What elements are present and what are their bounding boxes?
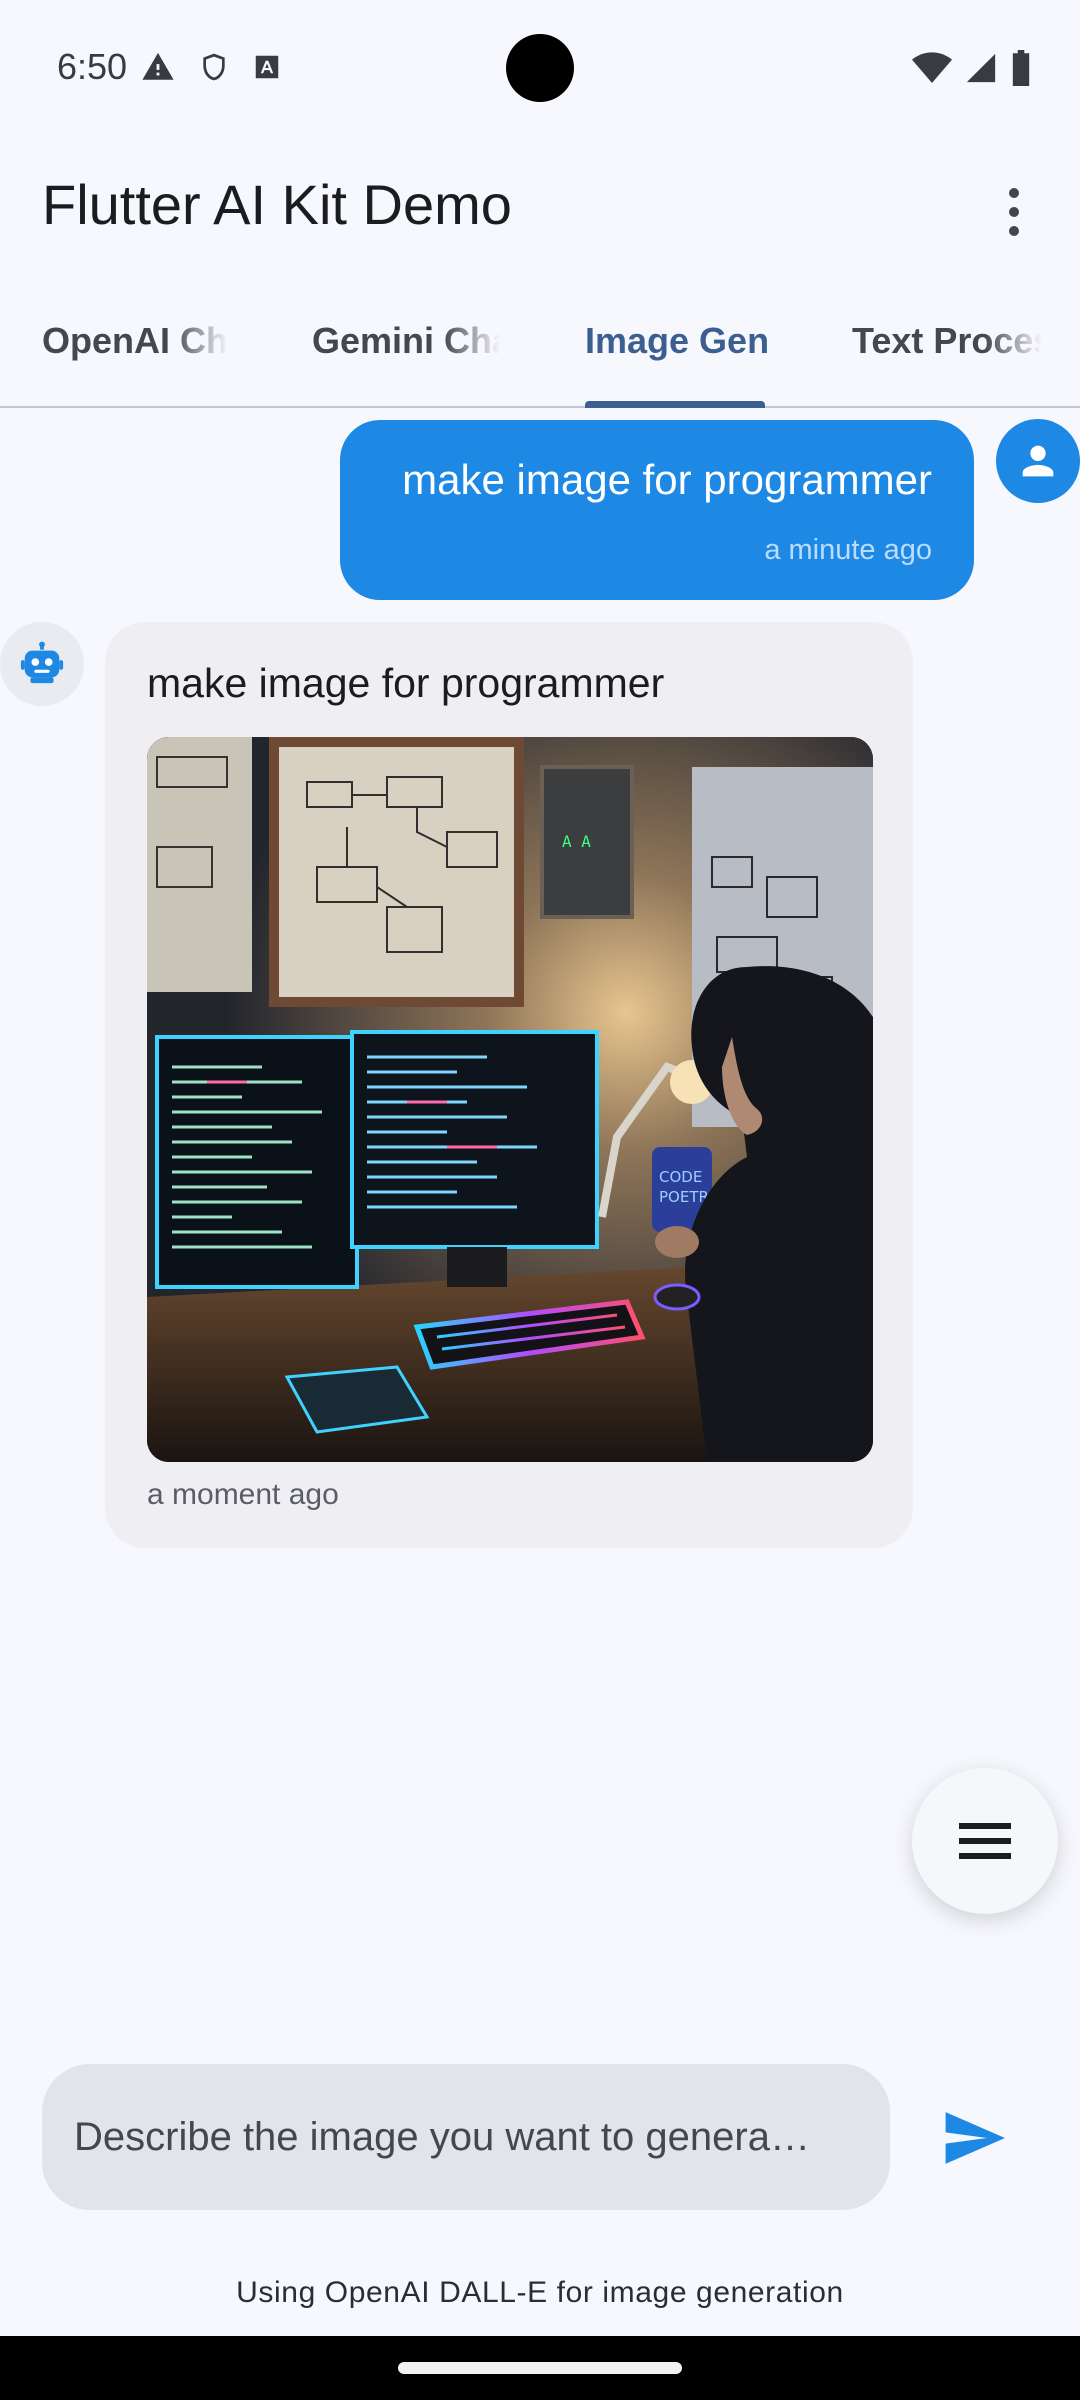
font-download-icon bbox=[255, 55, 279, 79]
app-bar: Flutter AI Kit Demo bbox=[0, 136, 1080, 280]
tab-gemini-chat[interactable]: Gemini Chat bbox=[312, 320, 500, 362]
menu-icon bbox=[959, 1823, 1011, 1859]
more-vert-icon[interactable] bbox=[978, 176, 1050, 248]
shield-icon bbox=[203, 53, 225, 81]
bot-message-bubble: make image for programmer A A CODE POETR… bbox=[105, 622, 913, 1548]
status-icons-right bbox=[912, 50, 1032, 86]
robot-icon bbox=[20, 641, 64, 684]
send-button[interactable] bbox=[936, 2100, 1012, 2176]
prompt-input-container bbox=[42, 2064, 890, 2210]
tab-indicator bbox=[585, 401, 765, 408]
menu-fab[interactable] bbox=[912, 1768, 1058, 1914]
footer-note: Using OpenAI DALL-E for image generation bbox=[236, 2276, 844, 2309]
send-icon bbox=[945, 2112, 1005, 2164]
tab-openai-chat[interactable]: OpenAI Chat bbox=[42, 320, 228, 362]
user-message-text: make image for programmer bbox=[402, 456, 932, 503]
app-title: Flutter AI Kit Demo bbox=[42, 173, 512, 236]
user-message-bubble: make image for programmer a minute ago bbox=[340, 420, 974, 600]
bot-avatar bbox=[0, 622, 84, 706]
person-icon bbox=[1022, 445, 1054, 477]
tab-text-processing[interactable]: Text Processing bbox=[852, 320, 1042, 362]
svg-text:POETR: POETR bbox=[659, 1188, 709, 1206]
generated-image[interactable]: A A CODE POETR bbox=[147, 737, 873, 1462]
warning-icon bbox=[142, 52, 174, 80]
camera-cutout bbox=[506, 34, 574, 102]
status-bar: 6:50 bbox=[0, 0, 1080, 136]
wifi-icon bbox=[912, 52, 952, 83]
bot-message-text: make image for programmer bbox=[147, 660, 665, 706]
bot-message-time: a moment ago bbox=[147, 1478, 339, 1511]
user-avatar bbox=[996, 419, 1080, 503]
battery-icon bbox=[1012, 50, 1030, 86]
status-icons-left bbox=[140, 50, 282, 84]
home-handle[interactable] bbox=[398, 2362, 682, 2374]
mug-text: CODE bbox=[659, 1168, 702, 1186]
prompt-input[interactable] bbox=[74, 2114, 844, 2160]
tab-bar: OpenAI Chat Gemini Chat Image Gen Text P… bbox=[0, 280, 1080, 408]
status-time: 6:50 bbox=[57, 46, 128, 87]
tab-image-gen[interactable]: Image Gen bbox=[585, 320, 769, 362]
user-message-time: a minute ago bbox=[764, 534, 932, 566]
svg-text:A A: A A bbox=[562, 832, 591, 851]
cell-signal-icon bbox=[966, 53, 996, 83]
